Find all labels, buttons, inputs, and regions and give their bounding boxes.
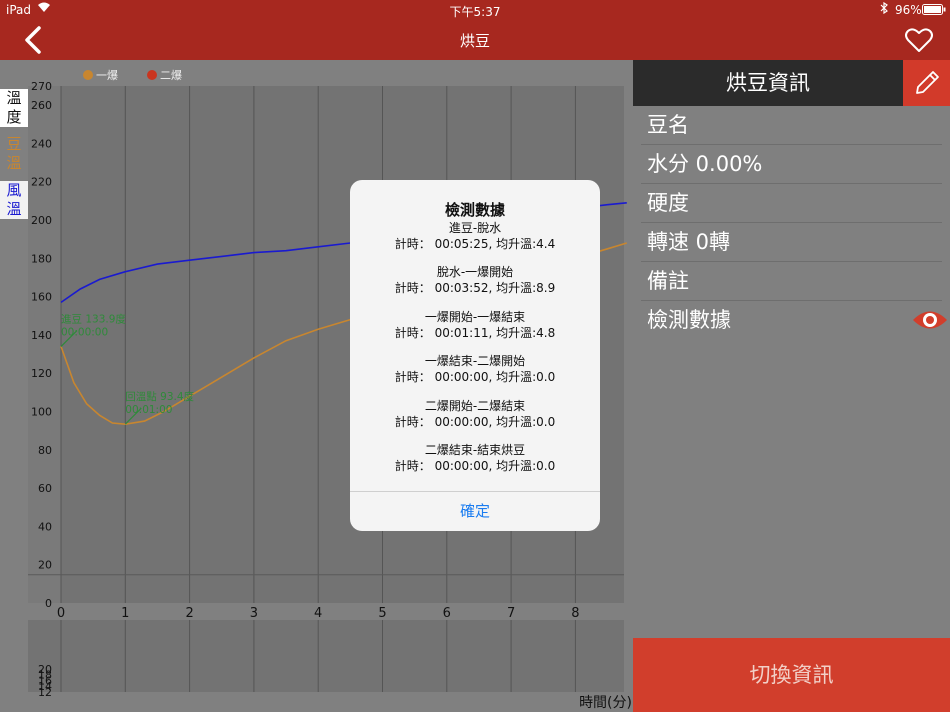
y-tick-label: 120 (31, 367, 52, 380)
dialog-detail: 計時： 00:00:00, 均升溫:0.0 (394, 370, 556, 384)
dialog-detail: 計時： 00:03:52, 均升溫:8.9 (394, 281, 556, 295)
info-row-label: 備註 (647, 269, 689, 293)
dialog-section: 二爆結束-結束烘豆 計時： 00:00:00, 均升溫:0.0 (350, 442, 600, 474)
x-tick-label: 0 (57, 606, 65, 620)
info-row-label: 檢測數據 (647, 308, 731, 332)
info-row-bean-name: 豆名 (641, 106, 942, 145)
y-tick-label: 180 (31, 252, 52, 265)
page-title: 烘豆 (459, 32, 490, 50)
info-header: 烘豆資訊 (633, 60, 903, 106)
dialog-section: 一爆開始-一爆結束 計時： 00:01:11, 均升溫:4.8 (350, 309, 600, 341)
annotation-time: 00:00:00 (61, 327, 108, 339)
y-tick-label: 200 (31, 214, 52, 227)
dialog-detail: 計時： 00:00:00, 均升溫:0.0 (394, 459, 556, 473)
y-tick-label: 240 (31, 137, 52, 150)
x-axis-title: 時間(分) (579, 695, 632, 711)
sub-y-tick-label: 20 (38, 663, 52, 676)
y-tick-label: 60 (38, 482, 52, 495)
clock: 下午5:37 (449, 5, 501, 19)
dialog-title: 檢測數據 (444, 201, 505, 219)
dialog-phase: 二爆結束-結束烘豆 (424, 443, 526, 457)
x-tick-label: 1 (121, 606, 129, 620)
y-tick-label: 260 (31, 99, 52, 112)
dialog-detail: 計時： 00:05:25, 均升溫:4.4 (394, 237, 556, 251)
y-tick-label: 20 (38, 559, 52, 572)
dialog-section: 脫水-一爆開始 計時： 00:03:52, 均升溫:8.9 (350, 264, 600, 296)
x-tick-label: 3 (250, 606, 258, 620)
info-row-label: 硬度 (647, 191, 689, 215)
y-tick-label: 160 (31, 291, 52, 304)
annotation-time: 00:01:00 (125, 404, 172, 416)
dialog-phase: 一爆結束-二爆開始 (424, 354, 526, 368)
navigation-bar: 烘豆 (0, 20, 950, 60)
info-row-label: 水分 0.00% (647, 152, 763, 176)
heart-icon (905, 28, 933, 52)
info-row-label: 豆名 (647, 113, 689, 137)
edit-button[interactable] (903, 60, 950, 106)
y-tick-label: 100 (31, 406, 52, 419)
dialog-section: 二爆開始-二爆結束 計時： 00:00:00, 均升溫:0.0 (350, 398, 600, 430)
dialog-section: 一爆結束-二爆開始 計時： 00:00:00, 均升溫:0.0 (350, 353, 600, 385)
rate-of-rise-chart: 1214161820時間(分) (0, 620, 632, 712)
x-tick-label: 4 (314, 606, 322, 620)
x-tick-label: 5 (378, 606, 386, 620)
annotation-label: 回溫點 93.4度 (125, 390, 194, 403)
y-tick-label: 40 (38, 520, 52, 533)
dialog-section: 進豆-脫水 計時： 00:05:25, 均升溫:4.4 (350, 220, 600, 252)
switch-info-button[interactable]: 切換資訊 (633, 638, 950, 712)
x-tick-label: 6 (443, 606, 451, 620)
battery-percent: 96% (895, 3, 922, 17)
annotation-label: 進豆 133.9度 (61, 313, 126, 326)
info-row-measurement-data[interactable]: 檢測數據 (641, 301, 947, 339)
dialog-phase: 進豆-脫水 (448, 221, 502, 235)
x-tick-label: 8 (571, 606, 579, 620)
roast-info-panel: 烘豆資訊 豆名 水分 0.00% 硬度 轉速 0轉 備註 檢測數據 切換資訊 (633, 60, 950, 712)
info-row-moisture: 水分 0.00% (641, 145, 942, 184)
confirm-button[interactable]: 確定 (350, 492, 600, 531)
info-row-hardness: 硬度 (641, 184, 942, 223)
dialog-phase: 二爆開始-二爆結束 (424, 399, 526, 413)
info-row-rotation-speed: 轉速 0轉 (641, 223, 942, 262)
pencil-icon (916, 71, 939, 94)
favorite-button[interactable] (904, 25, 934, 55)
info-row-notes: 備註 (641, 262, 942, 301)
dialog-phase: 一爆開始-一爆結束 (424, 310, 526, 324)
info-row-label: 轉速 0轉 (647, 230, 731, 254)
y-tick-label: 270 (31, 80, 52, 93)
y-tick-label: 0 (45, 597, 52, 610)
y-tick-label: 140 (31, 329, 52, 342)
eye-icon[interactable] (912, 305, 948, 335)
y-tick-label: 220 (31, 176, 52, 189)
measurement-data-dialog: 檢測數據 進豆-脫水 計時： 00:05:25, 均升溫:4.4 脫水-一爆開始… (350, 180, 600, 531)
x-tick-label: 7 (507, 606, 515, 620)
battery-icon (922, 4, 946, 18)
x-tick-label: 2 (185, 606, 193, 620)
dialog-detail: 計時： 00:01:11, 均升溫:4.8 (394, 326, 556, 340)
dialog-phase: 脫水-一爆開始 (436, 265, 514, 279)
y-tick-label: 80 (38, 444, 52, 457)
bluetooth-icon (880, 1, 888, 17)
dialog-detail: 計時： 00:00:00, 均升溫:0.0 (394, 415, 556, 429)
sub-plot-background (28, 620, 624, 692)
status-bar: iPad 下午5:37 96% (0, 0, 950, 20)
